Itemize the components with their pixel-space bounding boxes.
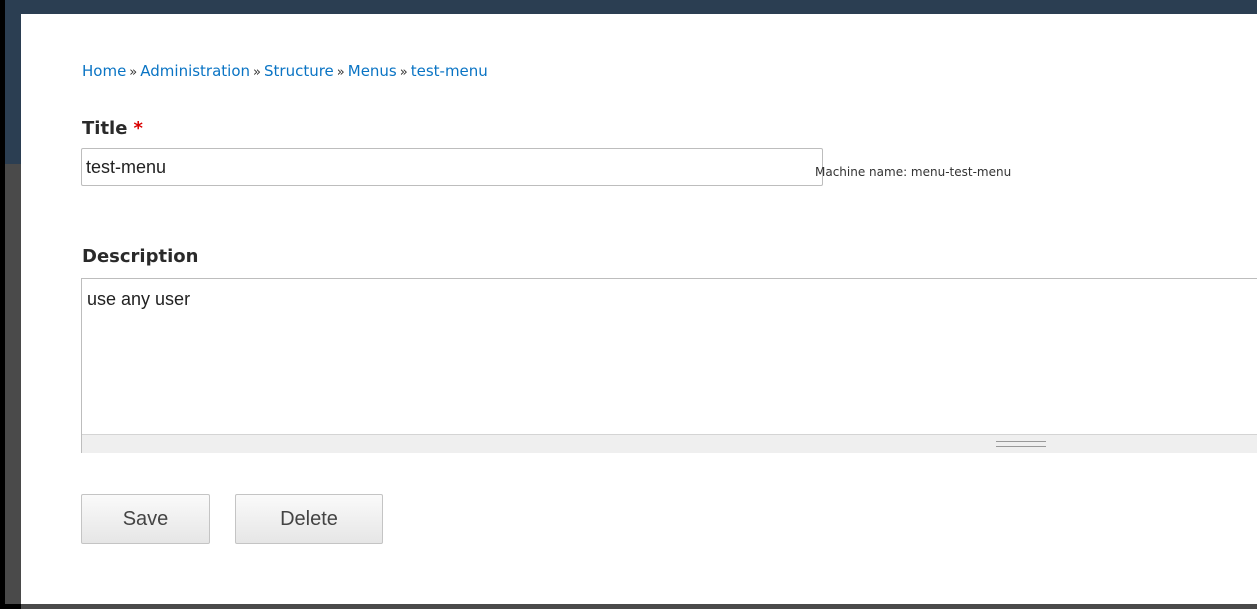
breadcrumb-structure[interactable]: Structure bbox=[264, 62, 334, 80]
breadcrumb-administration[interactable]: Administration bbox=[140, 62, 250, 80]
title-label-text: Title bbox=[82, 118, 128, 139]
title-input[interactable] bbox=[81, 148, 823, 186]
description-textarea[interactable]: use any user bbox=[82, 279, 1257, 434]
save-button[interactable]: Save bbox=[81, 494, 210, 544]
page-backdrop-left-lower bbox=[5, 164, 21, 604]
page-backdrop-bottom bbox=[21, 604, 1257, 609]
breadcrumb-test-menu[interactable]: test-menu bbox=[411, 62, 488, 80]
description-label: Description bbox=[82, 246, 199, 267]
breadcrumb-separator: » bbox=[399, 65, 408, 80]
required-marker: * bbox=[133, 118, 143, 139]
title-label: Title * bbox=[82, 118, 143, 139]
breadcrumb-menus[interactable]: Menus bbox=[348, 62, 397, 80]
breadcrumb-separator: » bbox=[336, 65, 345, 80]
delete-button[interactable]: Delete bbox=[235, 494, 383, 544]
grip-icon bbox=[996, 441, 1046, 447]
page-backdrop-top bbox=[5, 0, 1257, 14]
breadcrumb-separator: » bbox=[129, 65, 138, 80]
description-field: use any user bbox=[81, 278, 1257, 453]
breadcrumb-home[interactable]: Home bbox=[82, 62, 126, 80]
breadcrumb: Home» Administration» Structure» Menus» test… bbox=[82, 62, 488, 80]
breadcrumb-separator: » bbox=[253, 65, 261, 80]
menu-edit-dialog: Home» Administration» Structure» Menus» test… bbox=[21, 14, 1257, 604]
page-backdrop-left bbox=[5, 14, 21, 164]
textarea-resize-handle[interactable] bbox=[82, 434, 1257, 453]
machine-name-text: Machine name: menu-test-menu bbox=[815, 165, 1012, 179]
